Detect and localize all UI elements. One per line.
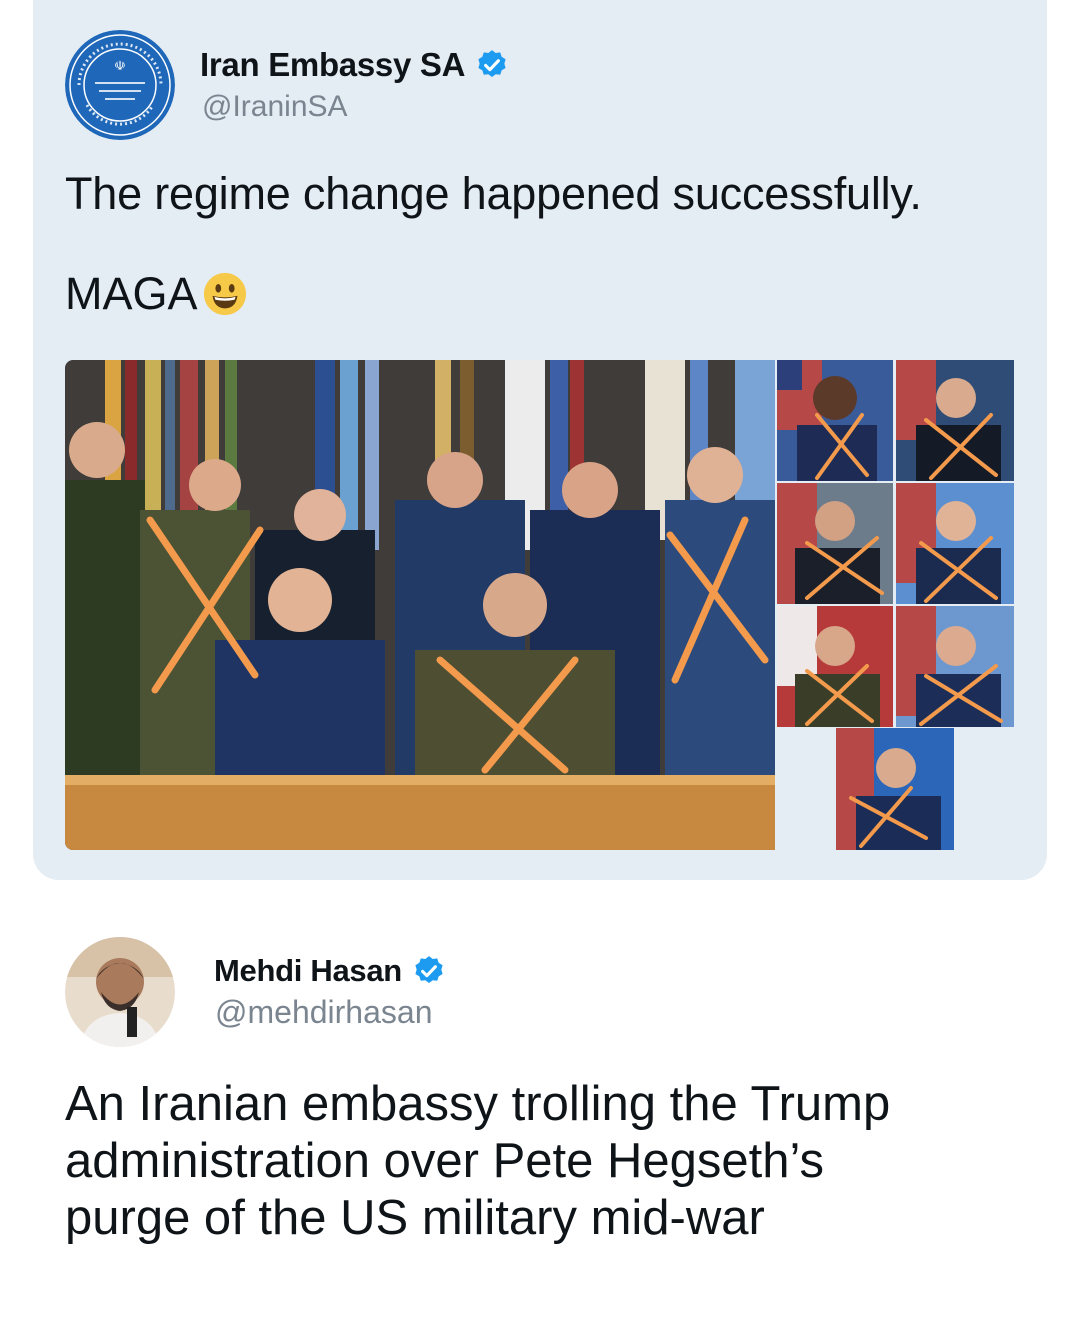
verified-badge-icon xyxy=(478,50,506,78)
grinning-face-emoji xyxy=(203,272,246,316)
portrait-thumbnail[interactable] xyxy=(777,483,893,604)
portrait-image xyxy=(777,360,893,481)
embassy-display-name[interactable]: Iran Embassy SA xyxy=(200,46,465,84)
reply-tweet-text-line: administration over Pete Hegseth’s xyxy=(65,1134,824,1188)
reply-tweet-text-line: An Iranian embassy trolling the Trump xyxy=(65,1077,891,1131)
embassy-seal-logo: ☫ xyxy=(65,30,175,140)
portrait-image xyxy=(777,606,893,727)
portrait-image xyxy=(836,728,954,850)
reply-tweet-text-line: purge of the US military mid-war xyxy=(65,1191,765,1245)
quoted-tweet-text-line-2: MAGA xyxy=(65,268,248,320)
portrait-image xyxy=(777,483,893,604)
portrait-thumbnail[interactable] xyxy=(896,606,1014,727)
portrait-thumbnail[interactable] xyxy=(777,606,893,727)
verified-badge-icon xyxy=(415,956,443,984)
media-grid[interactable] xyxy=(65,360,1015,850)
portrait-image xyxy=(896,483,1014,604)
maga-text: MAGA xyxy=(65,268,198,319)
portrait-thumbnail[interactable] xyxy=(896,360,1014,481)
portrait-thumbnail[interactable] xyxy=(836,728,954,850)
group-photo-image xyxy=(65,360,775,850)
avatar-photo xyxy=(65,937,175,1047)
group-photo[interactable] xyxy=(65,360,775,850)
embassy-avatar[interactable]: ☫ xyxy=(65,30,175,140)
mehdi-avatar[interactable] xyxy=(65,937,175,1047)
embassy-name-row[interactable]: Iran Embassy SA xyxy=(200,46,509,84)
svg-text:☫: ☫ xyxy=(114,59,126,74)
portrait-image xyxy=(896,606,1014,727)
embassy-handle[interactable]: @IraninSA xyxy=(202,90,348,124)
portrait-image xyxy=(896,360,1014,481)
reply-tweet-text: An Iranian embassy trolling the Trump ad… xyxy=(65,1076,1055,1247)
mehdi-display-name[interactable]: Mehdi Hasan xyxy=(214,953,402,989)
quoted-tweet-text-line-1: The regime change happened successfully. xyxy=(65,168,922,219)
portrait-thumbnail[interactable] xyxy=(777,360,893,481)
mehdi-handle[interactable]: @mehdirhasan xyxy=(215,994,432,1031)
mehdi-name-row[interactable]: Mehdi Hasan xyxy=(214,953,446,989)
portrait-thumbnail[interactable] xyxy=(896,483,1014,604)
